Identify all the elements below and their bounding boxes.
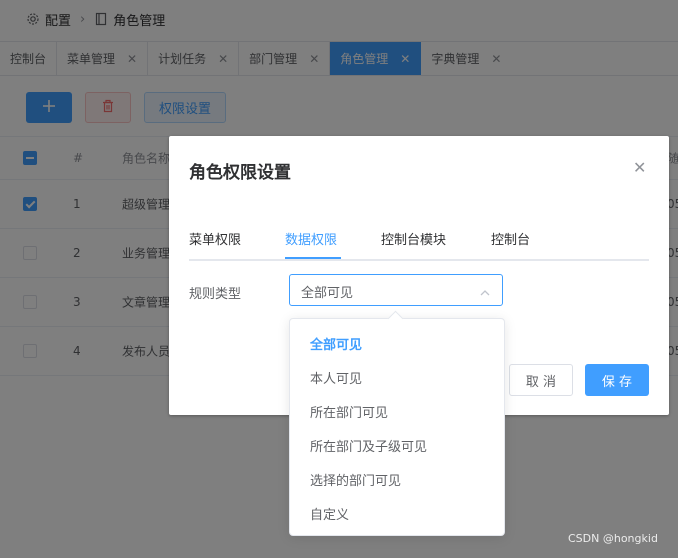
tab-console[interactable]: 控制台 [491,229,530,248]
watermark-text: CSDN @hongkid [568,532,658,545]
dropdown-option-self-visible[interactable]: 本人可见 [310,368,362,387]
dropdown-option-selected-depts-visible[interactable]: 选择的部门可见 [310,470,401,489]
cancel-button[interactable]: 取 消 [509,364,573,396]
rule-type-label: 规则类型 [189,287,242,302]
save-button[interactable]: 保 存 [585,364,649,396]
rule-type-select[interactable]: 全部可见 [289,274,503,306]
tab-data-permissions[interactable]: 数据权限 [285,229,337,248]
rule-type-dropdown: 全部可见 本人可见 所在部门可见 所在部门及子级可见 选择的部门可见 自定义 [289,318,505,536]
tab-menu-permissions[interactable]: 菜单权限 [189,229,241,248]
dropdown-option-all-visible[interactable]: 全部可见 [310,334,362,353]
close-icon[interactable]: ✕ [633,158,646,177]
dropdown-option-dept-and-children-visible[interactable]: 所在部门及子级可见 [310,436,427,455]
dropdown-option-dept-visible[interactable]: 所在部门可见 [310,402,388,421]
dialog-title: 角色权限设置 [189,163,291,183]
select-value: 全部可见 [301,286,354,301]
chevron-up-icon [479,284,491,296]
app-root: 配置 › 角色管理 控制台 菜单管理✕ 计划任务✕ 部门管理✕ 角色管理✕ 字典… [0,0,678,558]
dialog-tabs: 菜单权限 数据权限 控制台模块 控制台 [189,229,649,261]
active-tab-indicator [285,257,341,259]
dropdown-option-custom[interactable]: 自定义 [310,504,349,523]
tab-console-module[interactable]: 控制台模块 [381,229,446,248]
